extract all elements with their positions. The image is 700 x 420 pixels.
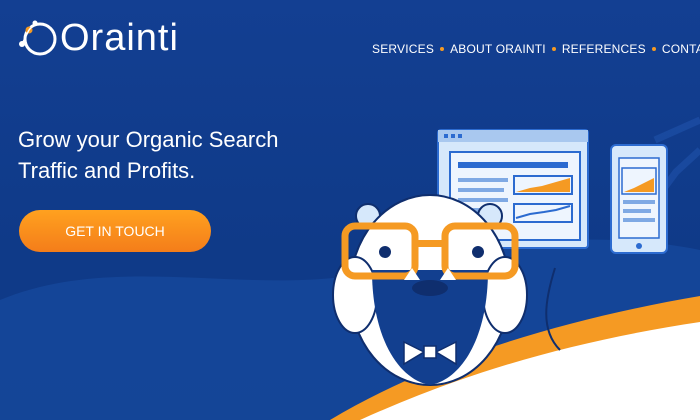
nav-item-services[interactable]: SERVICES: [372, 42, 434, 56]
hero-headline: Grow your Organic Search Traffic and Pro…: [18, 124, 338, 186]
orbit-logo-icon: [19, 20, 57, 56]
orange-dot-icon: [551, 47, 556, 51]
brand-logo[interactable]: Orainti: [18, 18, 179, 58]
get-in-touch-button[interactable]: GET IN TOUCH: [19, 210, 211, 252]
hero-headline-line-2: Traffic and Profits.: [18, 158, 196, 183]
hero-headline-line-1: Grow your Organic Search: [18, 127, 279, 152]
bowtie-icon: [403, 340, 457, 366]
brand-name: Orainti: [60, 17, 179, 59]
browser-window-icon: [437, 129, 589, 249]
growth-arrow-icon: [645, 116, 700, 213]
mobile-phone-icon: [610, 144, 668, 254]
nav-item-about[interactable]: ABOUT ORAINTI: [450, 42, 546, 56]
nav-item-contact[interactable]: CONTACT: [662, 42, 700, 56]
orange-dot-icon: [440, 47, 445, 51]
hero-page: Orainti SERVICES ABOUT ORAINTI REFERENCE…: [0, 0, 700, 420]
nav-item-references[interactable]: REFERENCES: [562, 42, 646, 56]
orange-dot-icon: [651, 47, 656, 51]
mascot-with-glasses-icon: [332, 194, 528, 386]
main-nav: SERVICES ABOUT ORAINTI REFERENCES CONTAC…: [372, 42, 700, 56]
